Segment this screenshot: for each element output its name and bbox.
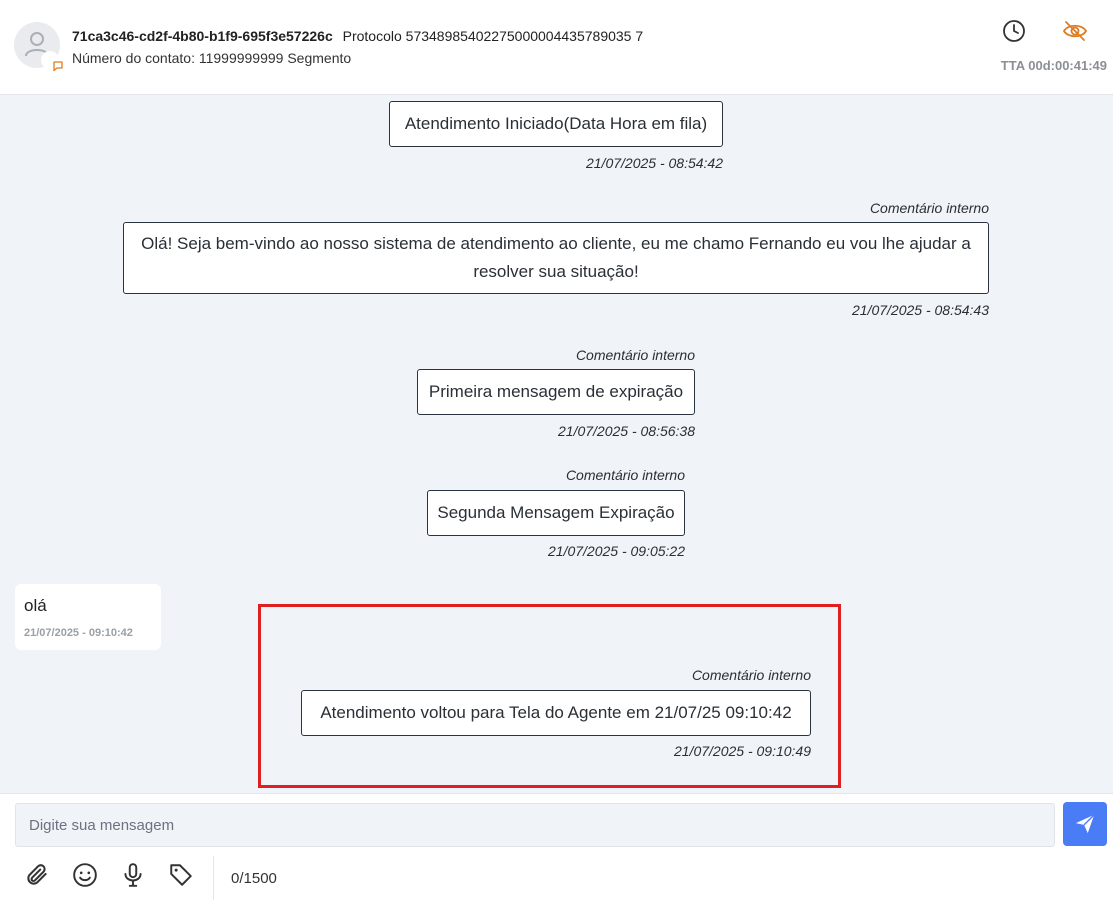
chat-channel-icon	[41, 51, 63, 72]
clock-icon[interactable]	[1001, 18, 1027, 44]
message-timestamp: 21/07/2025 - 09:10:42	[24, 627, 133, 639]
emoji-icon[interactable]	[70, 860, 100, 890]
contact-info: Número do contato: 11999999999 Segmento	[72, 50, 352, 66]
message-timestamp: 21/07/2025 - 08:56:38	[557, 423, 695, 439]
contact-id: 71ca3c46-cd2f-4b80-b1f9-695f3e57226c	[72, 28, 333, 44]
send-icon	[1075, 814, 1095, 834]
microphone-icon[interactable]	[118, 860, 148, 890]
protocol-number: Protocolo 57348985402275000004435789035 …	[342, 28, 644, 44]
eye-off-icon[interactable]	[1062, 18, 1088, 44]
internal-comment-label: Comentário interno	[691, 667, 811, 683]
message-list[interactable]: Atendimento Iniciado(Data Hora em fila) …	[0, 95, 1113, 793]
message-composer: 0/1500	[0, 793, 1113, 900]
message-timestamp: 21/07/2025 - 08:54:42	[585, 155, 723, 171]
internal-comment-message: Olá! Seja bem-vindo ao nosso sistema de …	[123, 222, 989, 294]
internal-comment-label: Comentário interno	[869, 200, 989, 216]
internal-comment-message: Atendimento voltou para Tela do Agente e…	[301, 690, 811, 736]
internal-comment-message: Primeira mensagem de expiração	[417, 369, 695, 415]
chat-header: 71ca3c46-cd2f-4b80-b1f9-695f3e57226c Pro…	[0, 0, 1113, 95]
client-message-text: olá	[24, 596, 47, 615]
avatar	[14, 22, 63, 72]
internal-comment-label: Comentário interno	[575, 347, 695, 363]
message-input[interactable]	[15, 803, 1055, 847]
toolbar-divider	[213, 856, 214, 900]
header-title: 71ca3c46-cd2f-4b80-b1f9-695f3e57226c Pro…	[72, 28, 643, 44]
system-message: Atendimento Iniciado(Data Hora em fila)	[389, 101, 723, 147]
character-counter: 0/1500	[231, 870, 277, 887]
send-button[interactable]	[1063, 802, 1107, 846]
client-message: olá 21/07/2025 - 09:10:42	[15, 584, 161, 650]
tag-icon[interactable]	[166, 860, 196, 890]
paperclip-icon[interactable]	[22, 860, 52, 890]
internal-comment-label: Comentário interno	[565, 467, 685, 483]
tta-timer: TTA 00d:00:41:49	[1000, 58, 1107, 73]
internal-comment-message: Segunda Mensagem Expiração	[427, 490, 685, 536]
message-timestamp: 21/07/2025 - 09:05:22	[547, 543, 685, 559]
message-timestamp: 21/07/2025 - 08:54:43	[851, 302, 989, 318]
message-timestamp: 21/07/2025 - 09:10:49	[673, 743, 811, 759]
